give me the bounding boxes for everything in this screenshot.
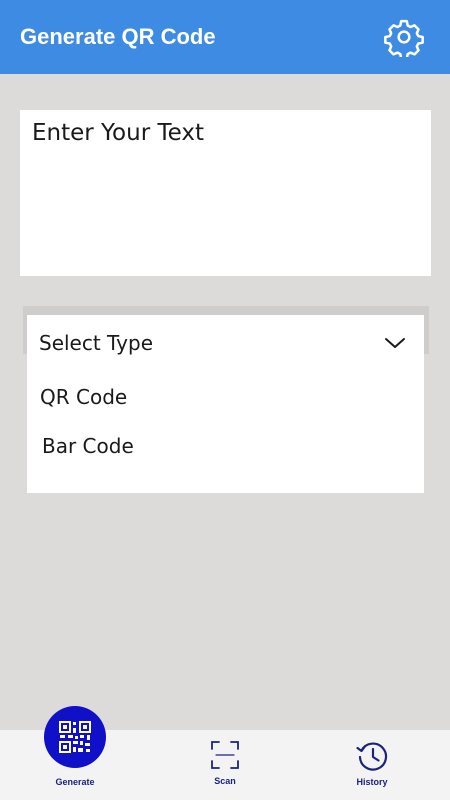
gear-icon [384,19,424,57]
text-input-card [20,110,431,276]
history-icon [356,742,388,771]
type-select[interactable]: Select Type [27,315,424,371]
option-qr-code[interactable]: QR Code [40,385,127,409]
nav-scan[interactable]: Scan [200,740,250,786]
chevron-down-icon [385,338,405,348]
nav-generate[interactable]: Generate [44,706,106,787]
scan-frame-icon [211,741,239,769]
nav-history[interactable]: History [347,740,397,787]
type-dropdown: Select Type QR Code Bar Code [27,315,424,493]
generate-fab[interactable] [44,706,106,768]
page-title: Generate QR Code [20,24,216,49]
nav-generate-label: Generate [55,777,95,787]
nav-history-label: History [356,777,388,787]
option-bar-code[interactable]: Bar Code [42,434,134,458]
bottom-nav: Generate Scan History [0,706,450,800]
settings-button[interactable] [384,17,424,57]
nav-scan-label: Scan [214,776,236,786]
type-select-label: Select Type [39,331,153,355]
qr-code-icon [59,721,91,753]
text-input[interactable] [32,120,419,146]
app-bar: Generate QR Code [0,0,450,74]
